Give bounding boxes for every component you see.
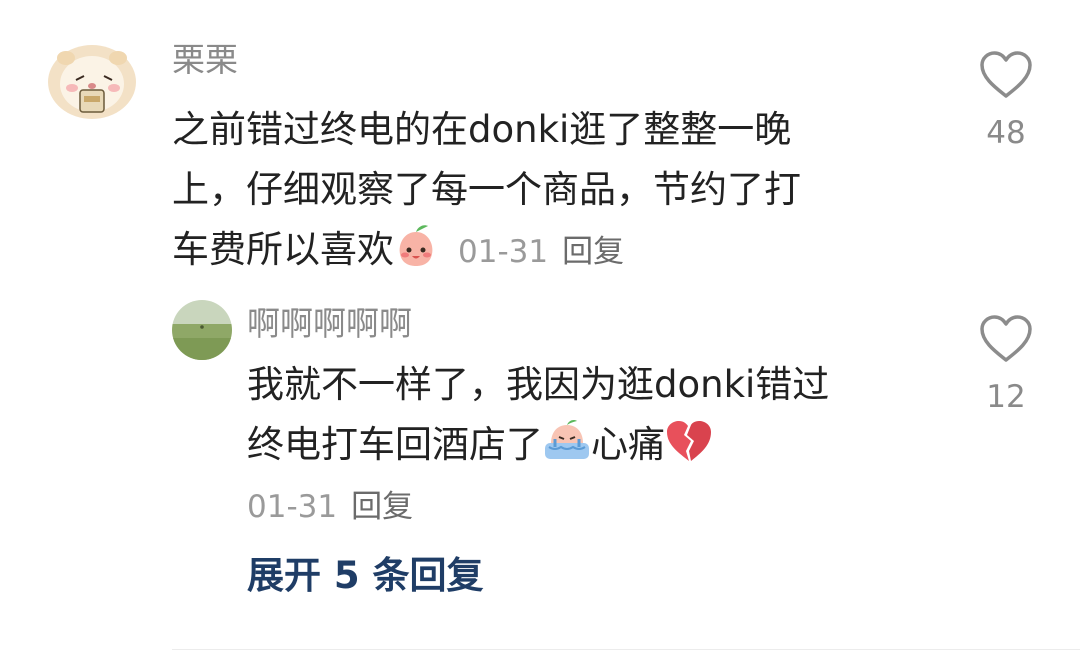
expand-replies-button[interactable]: 展开 5 条回复 — [247, 554, 484, 598]
reply-date: 01-31 — [247, 489, 338, 525]
peach-smile-emoji — [394, 222, 438, 286]
reply-meta-line: 01-31 回复 — [247, 475, 829, 535]
broken-heart-emoji — [665, 419, 713, 481]
crying-face-emoji — [543, 417, 591, 481]
avatar[interactable] — [46, 44, 138, 122]
comment-text-last: 车费所以喜欢 — [172, 228, 394, 271]
reply-text-line: 我就不一样了，我因为逛donki错过 — [247, 363, 830, 406]
comment-username[interactable]: 栗栗 — [172, 42, 238, 78]
reply-text-tail: 心痛 — [591, 423, 665, 466]
reply-meta: 01-31 回复 — [247, 489, 413, 525]
divider — [172, 649, 1080, 650]
reply-text-line-2: 终电打车回酒店了 — [247, 423, 543, 466]
reply-text-line: 终电打车回酒店了 心痛 — [247, 415, 829, 475]
comment-text-line: 车费所以喜欢 01-31 回复 — [172, 220, 801, 280]
comment-like-count: 48 — [986, 115, 1026, 151]
comment-like-button[interactable]: 48 — [971, 50, 1041, 150]
reply-body[interactable]: 我就不一样了，我因为逛donki错过 终电打车回酒店了 心痛 01-31 回复 — [247, 355, 829, 535]
reply-like-button[interactable]: 12 — [971, 314, 1041, 414]
reply-reply-button[interactable]: 回复 — [351, 489, 413, 525]
heart-outline-icon — [980, 315, 1032, 362]
reply-username[interactable]: 啊啊啊啊啊 — [247, 306, 412, 342]
comment-text-line: 之前错过终电的在donki逛了整整一晚 — [172, 108, 792, 151]
heart-outline-icon — [980, 51, 1032, 98]
comment-body[interactable]: 之前错过终电的在donki逛了整整一晚 上，仔细观察了每一个商品，节约了打 车费… — [172, 100, 801, 280]
comment-meta: 01-31 回复 — [458, 234, 624, 270]
comment-text-line: 上，仔细观察了每一个商品，节约了打 — [172, 168, 801, 211]
avatar[interactable] — [172, 300, 232, 360]
comment-reply-button[interactable]: 回复 — [562, 234, 624, 270]
comment-thread: 栗栗 之前错过终电的在donki逛了整整一晚 上，仔细观察了每一个商品，节约了打… — [0, 0, 1080, 660]
comment-date: 01-31 — [458, 234, 549, 270]
reply-like-count: 12 — [986, 379, 1026, 415]
